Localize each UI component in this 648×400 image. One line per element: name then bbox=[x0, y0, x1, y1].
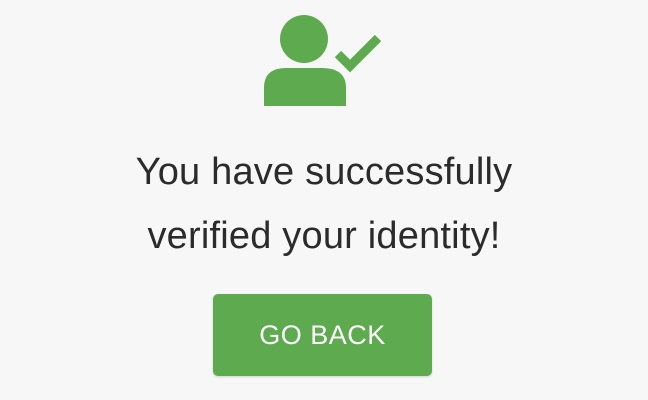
success-message-line-2: verified your identity! bbox=[147, 215, 501, 257]
go-back-button[interactable]: GO BACK bbox=[213, 294, 432, 376]
success-message-line-1: You have successfully bbox=[135, 151, 513, 193]
user-verified-icon bbox=[258, 10, 388, 110]
success-message: You have successfully verified your iden… bbox=[0, 140, 648, 268]
verification-screen: You have successfully verified your iden… bbox=[0, 0, 648, 400]
